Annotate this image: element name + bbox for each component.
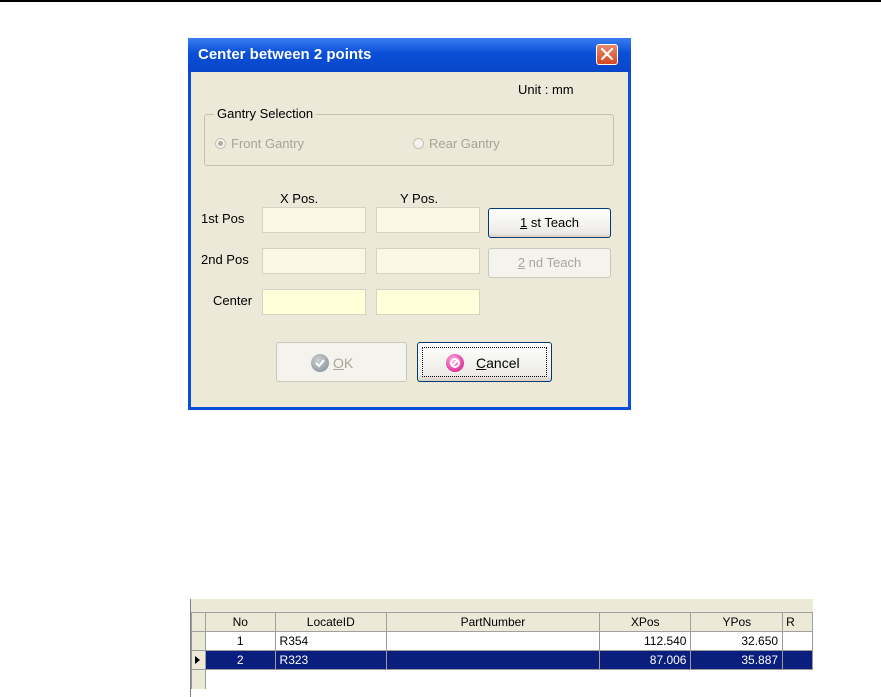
front-gantry-radio[interactable]: Front Gantry (215, 136, 304, 151)
row-indicator[interactable] (191, 631, 206, 651)
close-button[interactable] (596, 44, 618, 65)
column-header-no[interactable]: No (204, 612, 276, 632)
header-row: No LocateID PartNumber XPos YPos R (191, 612, 813, 632)
center-between-points-dialog: Center between 2 points Unit : mm Gantry… (188, 38, 631, 410)
cancel-button[interactable]: Cancel (417, 342, 552, 382)
rear-gantry-label: Rear Gantry (429, 136, 500, 151)
ok-accesskey: O (333, 355, 344, 371)
radio-selected-icon (215, 138, 226, 149)
front-gantry-label: Front Gantry (231, 136, 304, 151)
column-header-xpos[interactable]: XPos (598, 612, 692, 632)
second-pos-label: 2nd Pos (201, 252, 249, 267)
indicator-header (191, 612, 206, 632)
radio-unselected-icon (413, 138, 424, 149)
table-row[interactable]: 1 R354 112.540 32.650 (191, 631, 813, 651)
ok-label: K (343, 355, 354, 371)
cell-no[interactable]: 1 (204, 631, 276, 651)
column-header-partnumber[interactable]: PartNumber (386, 612, 600, 632)
check-icon (311, 354, 329, 372)
cell-ypos[interactable]: 32.650 (690, 631, 784, 651)
cell-partnumber[interactable] (386, 650, 600, 670)
ok-button[interactable]: OK (276, 342, 407, 382)
parts-table: No LocateID PartNumber XPos YPos R 1 R35… (191, 612, 813, 689)
second-pos-y-field[interactable] (376, 248, 480, 274)
second-teach-label: nd Teach (525, 255, 582, 270)
close-icon (601, 48, 613, 60)
cell-ypos[interactable]: 35.887 (690, 650, 784, 670)
second-pos-x-field[interactable] (262, 248, 366, 274)
column-header-locateid[interactable]: LocateID (274, 612, 388, 632)
first-pos-x-field[interactable] (262, 207, 366, 233)
dialog-body: Unit : mm Gantry Selection Front Gantry … (191, 72, 628, 407)
grid-top-bar (191, 599, 813, 612)
cancel-label: ancel (486, 355, 520, 371)
grid-empty-area (205, 670, 812, 689)
column-header-ypos[interactable]: YPos (690, 612, 784, 632)
title-bar[interactable]: Center between 2 points (188, 38, 631, 72)
first-teach-label: st Teach (527, 215, 580, 230)
y-pos-header: Y Pos. (400, 191, 439, 206)
cancel-accesskey: C (476, 355, 487, 371)
center-label: Center (213, 293, 253, 308)
cell-r[interactable] (782, 631, 813, 651)
first-teach-button[interactable]: 1 st Teach (488, 208, 611, 238)
cell-partnumber[interactable] (386, 631, 600, 651)
current-row-arrow-icon (195, 656, 200, 664)
cell-locateid[interactable]: R323 (274, 650, 388, 670)
rear-gantry-radio[interactable]: Rear Gantry (413, 136, 500, 151)
first-pos-label: 1st Pos (201, 211, 245, 226)
dialog-title: Center between 2 points (198, 46, 372, 63)
row-indicator (191, 669, 206, 689)
cell-xpos[interactable]: 112.540 (598, 631, 692, 651)
parts-grid: No LocateID PartNumber XPos YPos R 1 R35… (190, 599, 813, 697)
center-y-field[interactable] (376, 289, 480, 315)
first-pos-y-field[interactable] (376, 207, 480, 233)
gantry-selection-group: Gantry Selection Front Gantry Rear Gantr… (204, 106, 614, 166)
center-x-field[interactable] (262, 289, 366, 315)
cell-locateid[interactable]: R354 (274, 631, 388, 651)
gantry-selection-legend: Gantry Selection (214, 106, 317, 121)
cell-r[interactable] (782, 650, 813, 670)
second-teach-accesskey: 2 (517, 255, 526, 270)
cancel-icon (446, 354, 464, 372)
column-header-r[interactable]: R (782, 612, 813, 632)
top-divider (0, 0, 881, 2)
row-indicator[interactable] (191, 650, 206, 670)
empty-row (191, 669, 813, 689)
unit-label: Unit : mm (518, 82, 574, 97)
x-pos-header: X Pos. (280, 191, 319, 206)
cell-xpos[interactable]: 87.006 (598, 650, 692, 670)
cell-no[interactable]: 2 (204, 650, 276, 670)
second-teach-button[interactable]: 2 nd Teach (488, 248, 611, 278)
table-row-selected[interactable]: 2 R323 87.006 35.887 (191, 650, 813, 670)
